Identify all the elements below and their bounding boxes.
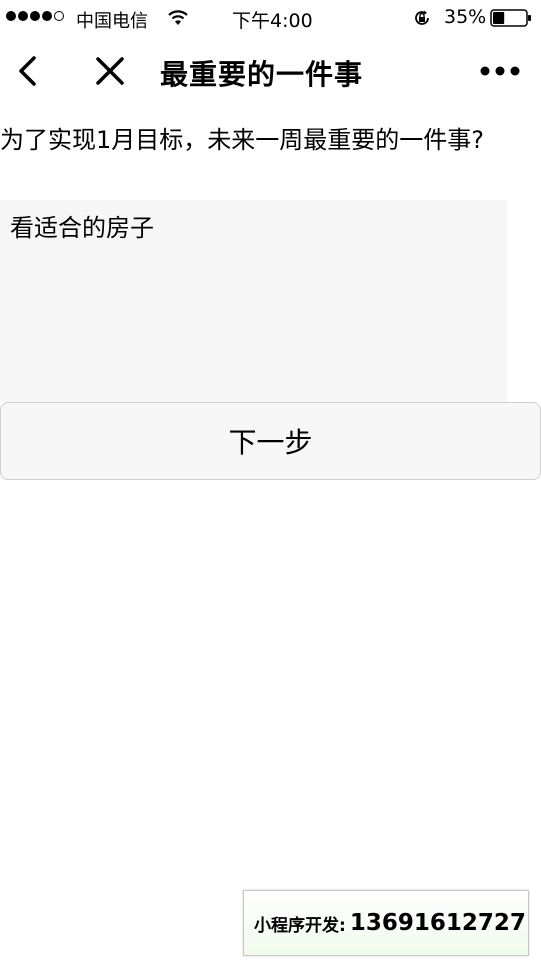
carrier-name: 中国电信 — [76, 11, 148, 32]
question-text: 为了实现1月目标，未来一周最重要的一件事? — [0, 126, 485, 154]
signal-dot — [18, 11, 28, 21]
more-dots-icon[interactable] — [480, 64, 520, 78]
developer-phone: 13691612727 — [349, 910, 526, 936]
nav-bar: 最重要的一件事 — [0, 36, 541, 106]
battery-percent: 35% — [444, 6, 487, 28]
signal-dot — [42, 11, 52, 21]
developer-label: 小程序开发: — [254, 915, 346, 936]
status-bar: 中国电信 下午4:00 35% — [0, 0, 541, 36]
answer-textarea[interactable]: 看适合的房子 — [0, 200, 507, 402]
signal-dot — [6, 11, 16, 21]
developer-banner: 小程序开发: 13691612727 — [243, 890, 529, 956]
next-button[interactable]: 下一步 — [0, 402, 541, 480]
page-title: 最重要的一件事 — [160, 58, 364, 91]
battery-icon — [490, 9, 531, 27]
clock: 下午4:00 — [232, 10, 313, 32]
chevron-left-icon[interactable] — [14, 54, 42, 88]
signal-dot — [54, 11, 64, 21]
signal-strength-icon — [6, 11, 64, 21]
signal-dot — [30, 11, 40, 21]
close-icon[interactable] — [94, 55, 126, 87]
wifi-icon — [168, 10, 188, 25]
rotation-lock-icon — [415, 10, 429, 25]
